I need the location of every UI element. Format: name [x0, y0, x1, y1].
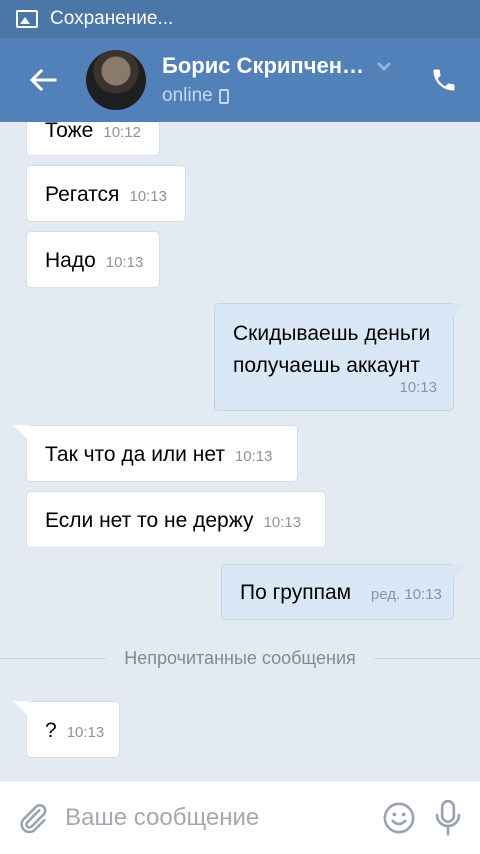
message-bubble-outgoing[interactable]: Скидываешь деньги получаешь аккаунт 10:1…	[214, 303, 467, 411]
microphone-icon	[435, 799, 461, 835]
message-text: Тоже	[45, 122, 94, 142]
message-text: ?	[45, 719, 57, 742]
chat-header: Борис Скрипчен… online	[0, 38, 480, 122]
status-bar-text: Сохранение...	[50, 8, 174, 29]
message-time: 10:13	[105, 254, 144, 271]
emoji-button[interactable]	[375, 781, 423, 854]
message-bubble[interactable]: Тоже 10:12	[26, 122, 160, 156]
image-icon	[16, 10, 38, 28]
message-bubble[interactable]: Регатся 10:13	[26, 165, 186, 222]
avatar[interactable]	[86, 50, 146, 110]
message-bubble[interactable]: ? 10:13	[13, 701, 120, 758]
message-time: 10:12	[103, 124, 141, 141]
message-time: 10:13	[263, 514, 302, 531]
unread-label: Непрочитанные сообщения	[124, 648, 356, 668]
unread-separator: Непрочитанные сообщения	[0, 648, 480, 669]
contact-info[interactable]: Борис Скрипчен… online	[162, 53, 408, 107]
call-button[interactable]	[408, 38, 480, 122]
back-button[interactable]	[0, 38, 86, 122]
message-bubble[interactable]: Если нет то не держу 10:13	[26, 491, 326, 548]
message-text: Так что да или нет	[45, 443, 225, 466]
attach-button[interactable]	[0, 781, 65, 854]
message-text: По группам	[240, 581, 352, 604]
mobile-icon	[218, 88, 229, 104]
message-time: 10:13	[399, 379, 437, 396]
message-input[interactable]	[65, 792, 376, 843]
online-status: online	[162, 85, 213, 106]
message-bubble[interactable]: Так что да или нет 10:13	[13, 425, 298, 482]
message-text: Надо	[45, 249, 96, 272]
message-time: 10:13	[234, 448, 273, 465]
arrow-left-icon	[29, 68, 57, 92]
contact-name: Борис Скрипчен…	[162, 53, 365, 78]
message-time: 10:13	[66, 724, 105, 741]
paperclip-icon	[19, 803, 47, 833]
message-text: Регатся	[45, 183, 120, 206]
message-bubble[interactable]: Надо 10:13	[26, 231, 160, 288]
phone-icon	[433, 69, 455, 91]
message-list[interactable]: Тоже 10:12 Регатся 10:13 Надо 10:13 Скидыва…	[0, 122, 480, 780]
message-time: 10:13	[129, 188, 167, 205]
voice-message-button[interactable]	[424, 781, 472, 854]
status-bar: Сохранение...	[0, 0, 480, 38]
smiley-icon	[383, 802, 415, 833]
message-text: Скидываешь деньги	[233, 322, 431, 345]
message-composer	[0, 780, 480, 854]
message-time: ред. 10:13	[370, 586, 442, 603]
message-text: Если нет то не держу	[45, 509, 254, 532]
chevron-down-icon	[377, 62, 391, 71]
message-bubble-outgoing[interactable]: По группам ред. 10:13	[221, 564, 467, 620]
